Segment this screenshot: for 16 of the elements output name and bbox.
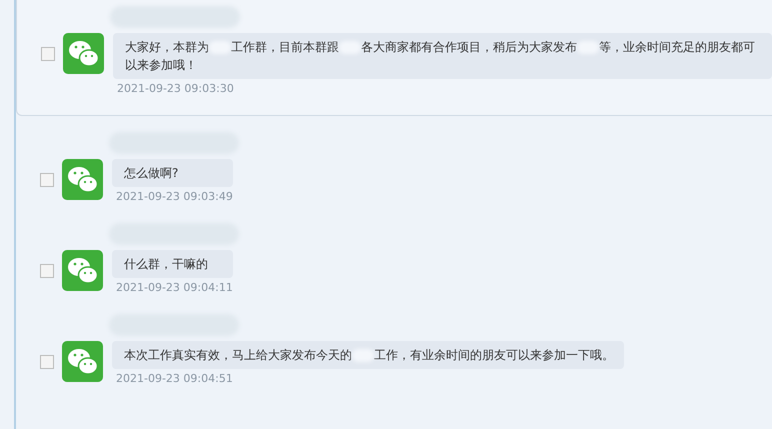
message-time: 2021-09-23 09:04:51 — [116, 372, 234, 385]
checkbox[interactable] — [40, 355, 54, 369]
chat-app-icon — [62, 250, 103, 291]
message-bubble: 本次工作真实有效，马上给大家发布今天的 工作，有业余时间的朋友可以来参加一下哦。 — [112, 341, 624, 369]
chat-app-icon — [63, 33, 104, 74]
message-time: 2021-09-23 09:03:49 — [116, 190, 233, 203]
message-time: 2021-09-23 09:03:30 — [117, 82, 235, 95]
message-bubble: 什么群，干嘛的 — [112, 250, 233, 278]
chat-app-icon — [62, 159, 103, 200]
checkbox[interactable] — [40, 173, 54, 187]
message-bubble: 大家好，本群为 工作群，目前本群跟 各大商家都有合作项目，稍后为大家发布 等，业余时间充足的朋友都可以来参加哦！ — [113, 33, 772, 79]
chat-app-icon — [62, 341, 103, 382]
message-bubble: 怎么做啊? — [112, 159, 233, 187]
checkbox[interactable] — [40, 264, 54, 278]
message-time: 2021-09-23 09:04:11 — [116, 281, 233, 294]
checkbox[interactable] — [41, 47, 55, 61]
